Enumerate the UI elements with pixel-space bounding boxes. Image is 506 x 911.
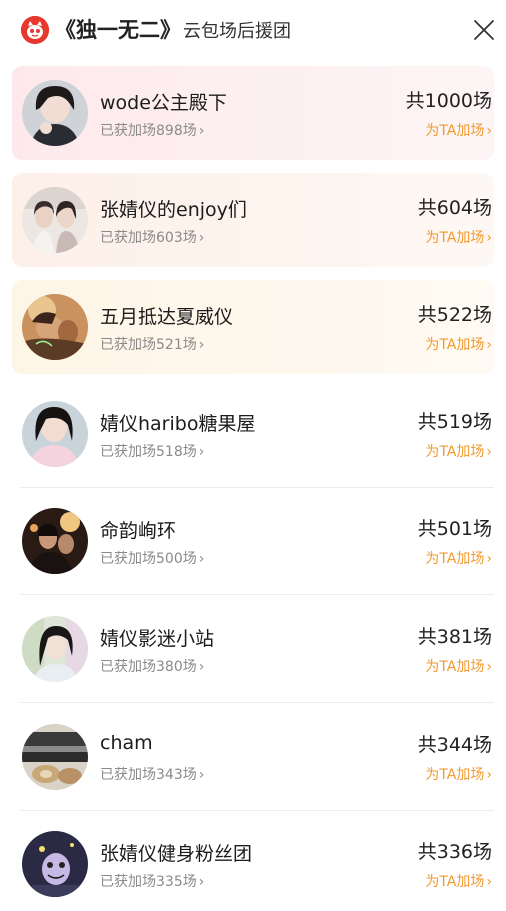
add-screening-button[interactable]: 为TA加场 › <box>425 764 492 784</box>
avatar[interactable] <box>22 831 88 897</box>
avatar[interactable] <box>22 294 88 360</box>
group-added-count[interactable]: 已获加场898场 › <box>100 120 204 140</box>
add-screening-button[interactable]: 为TA加场 › <box>425 656 492 676</box>
chevron-right-icon: › <box>486 337 492 353</box>
add-screening-label: 为TA加场 <box>425 230 485 246</box>
divider <box>20 702 494 703</box>
group-added-count[interactable]: 已获加场521场 › <box>100 334 204 354</box>
add-screening-button[interactable]: 为TA加场 › <box>425 227 492 247</box>
chevron-right-icon: › <box>486 230 492 246</box>
added-count-label: 已获加场898场 <box>100 123 197 139</box>
avatar[interactable] <box>22 616 88 682</box>
added-count-label: 已获加场500场 <box>100 551 197 567</box>
chevron-right-icon: › <box>198 123 205 139</box>
group-total: 共519场 <box>417 411 492 433</box>
added-count-label: 已获加场380场 <box>100 659 197 675</box>
avatar[interactable] <box>22 187 88 253</box>
header: 《独一无二》 云包场后援团 <box>0 0 506 58</box>
group-name: 张婧仪的enjoy们 <box>100 199 247 221</box>
group-added-count[interactable]: 已获加场335场 › <box>100 871 204 891</box>
chevron-right-icon: › <box>198 337 205 353</box>
group-total: 共336场 <box>417 841 492 863</box>
list-item[interactable]: cham 已获加场343场 › 共344场 为TA加场 › <box>12 710 494 804</box>
chevron-right-icon: › <box>198 444 205 460</box>
group-name: 婧仪haribo糖果屋 <box>100 413 256 435</box>
avatar[interactable] <box>22 508 88 574</box>
add-screening-label: 为TA加场 <box>425 444 485 460</box>
divider <box>20 487 494 488</box>
added-count-label: 已获加场518场 <box>100 444 197 460</box>
chevron-right-icon: › <box>486 659 492 675</box>
divider <box>20 810 494 811</box>
added-count-label: 已获加场521场 <box>100 337 197 353</box>
added-count-label: 已获加场335场 <box>100 874 197 890</box>
add-screening-label: 为TA加场 <box>425 337 485 353</box>
chevron-right-icon: › <box>198 767 205 783</box>
group-total: 共381场 <box>417 626 492 648</box>
add-screening-label: 为TA加场 <box>425 874 485 890</box>
chevron-right-icon: › <box>198 874 205 890</box>
chevron-right-icon: › <box>198 659 205 675</box>
chevron-right-icon: › <box>486 444 492 460</box>
add-screening-label: 为TA加场 <box>425 767 485 783</box>
title-sub: 云包场后援团 <box>183 21 291 42</box>
list-item[interactable]: 张婧仪的enjoy们 已获加场603场 › 共604场 为TA加场 › <box>12 173 494 267</box>
chevron-right-icon: › <box>486 874 492 890</box>
added-count-label: 已获加场343场 <box>100 767 197 783</box>
group-name: 五月抵达夏威仪 <box>100 306 234 328</box>
chevron-right-icon: › <box>486 551 492 567</box>
add-screening-label: 为TA加场 <box>425 551 485 567</box>
avatar[interactable] <box>22 80 88 146</box>
title-main: 《独一无二》 <box>55 18 181 42</box>
group-total: 共501场 <box>417 518 492 540</box>
divider <box>20 594 494 595</box>
add-screening-button[interactable]: 为TA加场 › <box>425 441 492 461</box>
chevron-right-icon: › <box>198 551 205 567</box>
list-item[interactable]: 婧仪haribo糖果屋 已获加场518场 › 共519场 为TA加场 › <box>12 387 494 481</box>
close-icon[interactable] <box>472 18 496 42</box>
avatar[interactable] <box>22 401 88 467</box>
group-added-count[interactable]: 已获加场380场 › <box>100 656 204 676</box>
list-item[interactable]: wode公主殿下 已获加场898场 › 共1000场 为TA加场 › <box>12 66 494 160</box>
group-added-count[interactable]: 已获加场603场 › <box>100 227 204 247</box>
chevron-right-icon: › <box>486 767 492 783</box>
added-count-label: 已获加场603场 <box>100 230 197 246</box>
chevron-right-icon: › <box>198 230 205 246</box>
group-total: 共1000场 <box>405 90 492 112</box>
group-name: 婧仪影迷小站 <box>100 628 215 650</box>
add-screening-button[interactable]: 为TA加场 › <box>425 334 492 354</box>
chevron-right-icon: › <box>486 123 492 139</box>
page-title: 《独一无二》 云包场后援团 <box>55 14 291 46</box>
add-screening-label: 为TA加场 <box>425 659 485 675</box>
group-added-count[interactable]: 已获加场518场 › <box>100 441 204 461</box>
group-added-count[interactable]: 已获加场343场 › <box>100 764 204 784</box>
group-name: wode公主殿下 <box>100 92 227 114</box>
group-added-count[interactable]: 已获加场500场 › <box>100 548 204 568</box>
avatar[interactable] <box>22 724 88 790</box>
add-screening-button[interactable]: 为TA加场 › <box>425 120 492 140</box>
add-screening-label: 为TA加场 <box>425 123 485 139</box>
group-name: 命韵峋环 <box>100 520 177 542</box>
group-name: cham <box>100 732 153 754</box>
cat-logo-icon <box>21 16 49 44</box>
group-name: 张婧仪健身粉丝团 <box>100 843 253 865</box>
group-total: 共522场 <box>417 304 492 326</box>
list-item[interactable]: 张婧仪健身粉丝团 已获加场335场 › 共336场 为TA加场 › <box>12 817 494 911</box>
add-screening-button[interactable]: 为TA加场 › <box>425 871 492 891</box>
list-item[interactable]: 五月抵达夏威仪 已获加场521场 › 共522场 为TA加场 › <box>12 280 494 374</box>
add-screening-button[interactable]: 为TA加场 › <box>425 548 492 568</box>
list-item[interactable]: 婧仪影迷小站 已获加场380场 › 共381场 为TA加场 › <box>12 602 494 696</box>
group-total: 共344场 <box>417 734 492 756</box>
list-item[interactable]: 命韵峋环 已获加场500场 › 共501场 为TA加场 › <box>12 494 494 588</box>
group-total: 共604场 <box>417 197 492 219</box>
